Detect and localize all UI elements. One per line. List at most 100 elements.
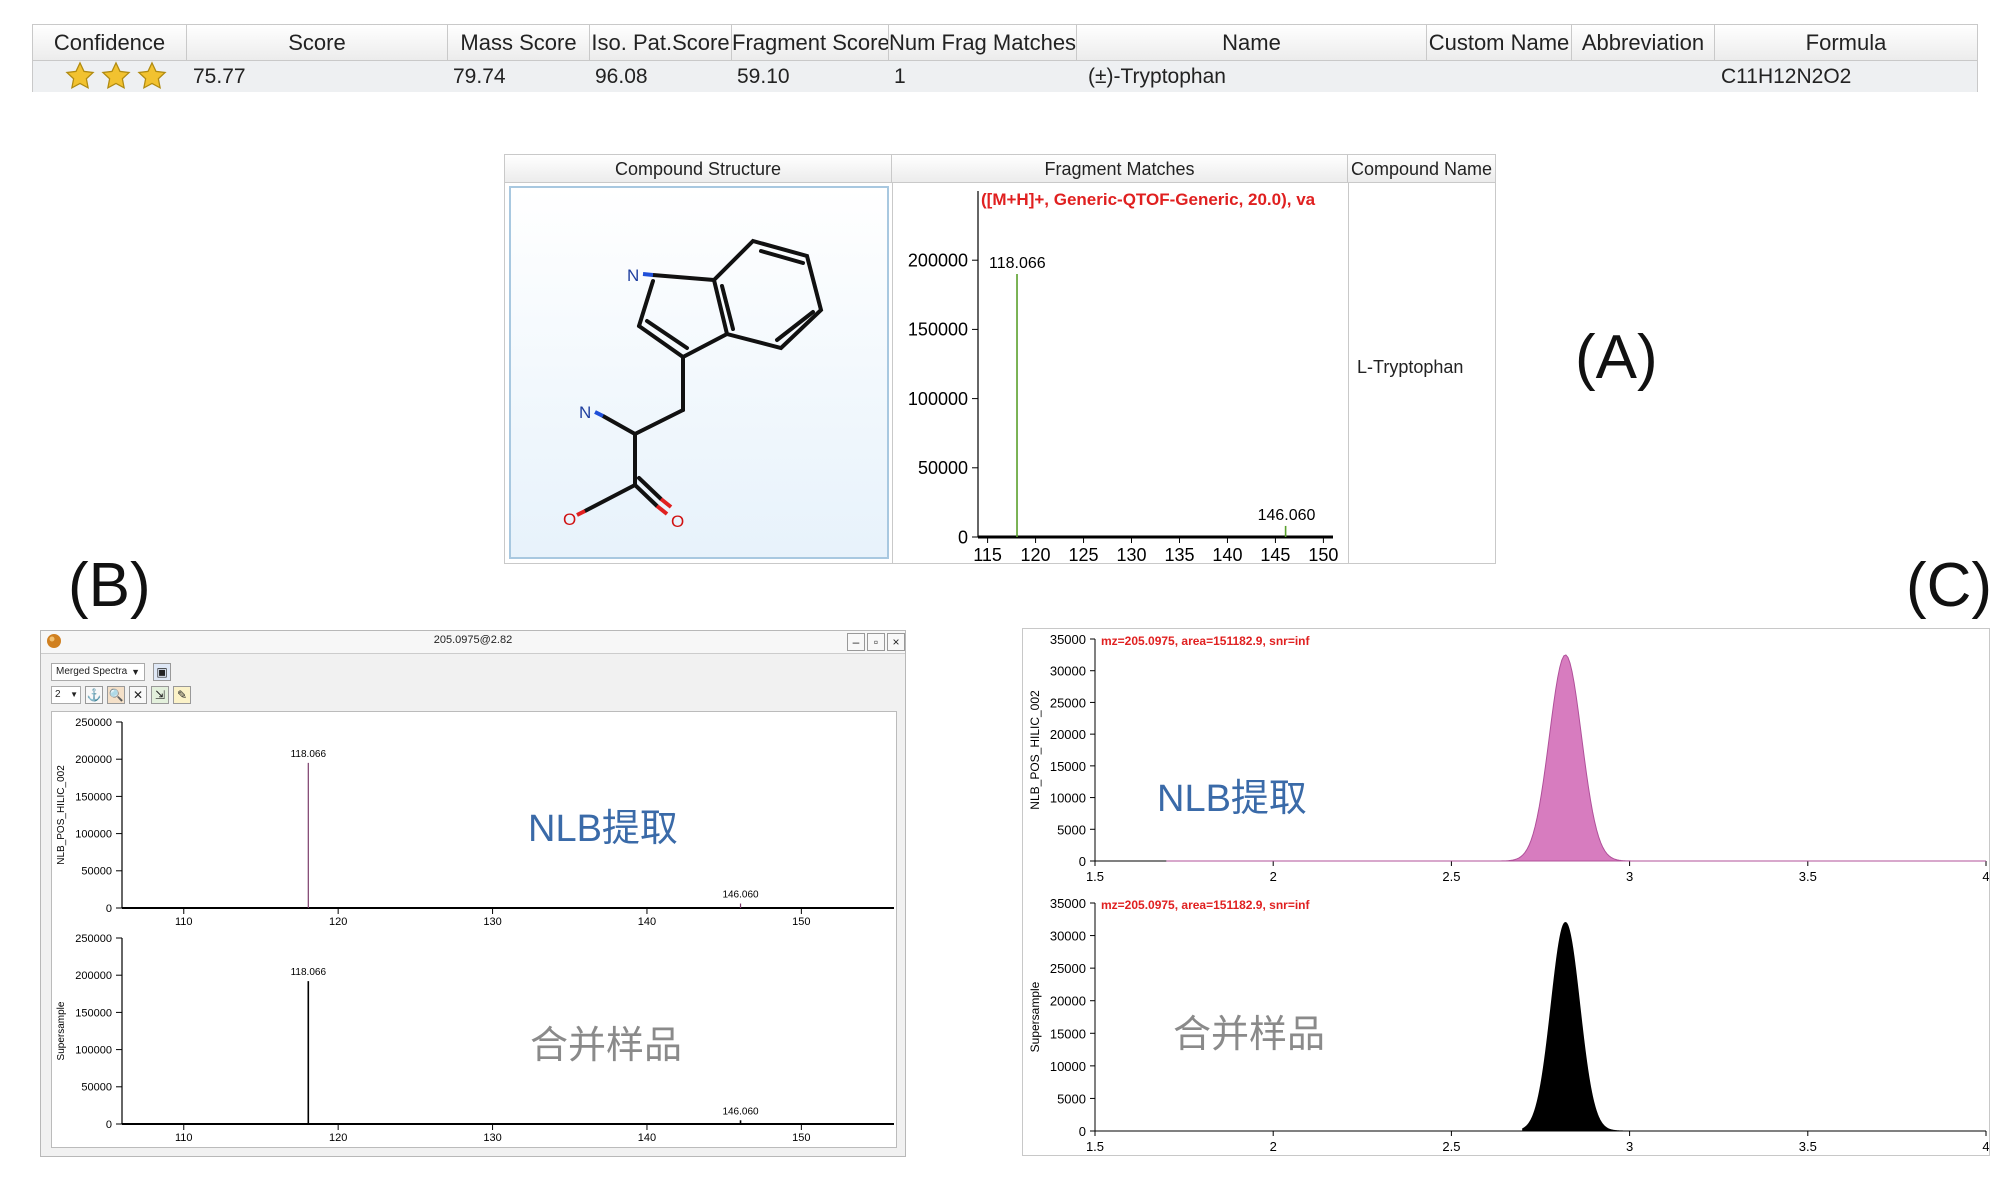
col-header-num-frag-matches[interactable]: Num Frag Matches xyxy=(889,25,1077,61)
confidence-stars xyxy=(65,61,167,92)
y-tick-label: 100000 xyxy=(75,1044,112,1056)
x-tick-label: 115 xyxy=(973,545,1002,563)
cell-num-frag-matches: 1 xyxy=(894,65,906,88)
chromatogram-title: mz=205.0975, area=151182.9, snr=inf xyxy=(1101,634,1310,648)
header-fragment-matches[interactable]: Fragment Matches xyxy=(892,155,1348,183)
header-compound-structure[interactable]: Compound Structure xyxy=(505,155,892,183)
y-tick-label: 0 xyxy=(958,527,968,547)
window-title: 205.0975@2.82 xyxy=(433,634,513,646)
y-tick-label: 150000 xyxy=(75,791,112,803)
y-tick-label: 0 xyxy=(106,903,112,915)
cell-score: 75.77 xyxy=(193,65,246,88)
x-tick-label: 1.5 xyxy=(1086,869,1104,884)
chromatogram-panel: 0 5000 10000 15000 20000 25000 30000 35000 1.5 2 2… xyxy=(1022,628,1990,1156)
watermark-merged-c: 合并样品 xyxy=(1173,1014,1326,1056)
table-row[interactable] xyxy=(33,61,1977,92)
peak-label: 146.060 xyxy=(722,1106,759,1117)
col-header-formula[interactable]: Formula xyxy=(1715,25,1977,61)
col-header-iso-score[interactable]: Iso. Pat.Score xyxy=(590,25,732,61)
spectrum-supersample-chart: 0 50000 100000 150000 200000 250000 110 120 130 1… xyxy=(56,933,894,1144)
y-tick-label: 35000 xyxy=(1050,896,1086,911)
star-icon xyxy=(101,61,131,90)
cell-fragment-score: 59.10 xyxy=(737,65,790,88)
compound-structure-image: N N O O xyxy=(509,186,889,559)
chevron-down-icon: ▼ xyxy=(70,690,78,699)
results-table: Confidence Score Mass Score Iso. Pat.Sco… xyxy=(32,24,1978,92)
chromatogram-nlb-chart: 0 5000 10000 15000 20000 25000 30000 35000 1.5 2 2… xyxy=(1028,632,1989,884)
col-header-score[interactable]: Score xyxy=(187,25,448,61)
cell-name: (±)-Tryptophan xyxy=(1088,65,1226,88)
watermark-nlb-c: NLB提取 xyxy=(1157,778,1307,820)
atom-label-ring-n: N xyxy=(627,266,639,285)
cell-iso-score: 96.08 xyxy=(595,65,648,88)
label-c: (C) xyxy=(1906,551,1993,620)
x-tick-label: 120 xyxy=(329,1132,347,1144)
y-tick-label: 250000 xyxy=(75,933,112,945)
atom-label-carbonyl-o: O xyxy=(671,512,684,531)
x-tick-label: 2 xyxy=(1270,869,1277,884)
x-tick-label: 145 xyxy=(1260,545,1290,563)
y-tick-label: 50000 xyxy=(918,458,968,478)
col-header-fragment-score[interactable]: Fragment Score xyxy=(732,25,889,61)
count-dropdown[interactable]: 2 ▼ xyxy=(51,686,81,704)
x-tick-label: 130 xyxy=(483,916,501,928)
tryptophan-structure-drawing: N N O O xyxy=(563,238,824,531)
atom-label-amine-n: N xyxy=(579,403,591,422)
y-tick-label: 5000 xyxy=(1057,1091,1086,1106)
star-icon xyxy=(65,61,95,90)
x-tick-label: 4 xyxy=(1982,869,1989,884)
maximize-button[interactable]: ▫ xyxy=(867,633,885,651)
export-button[interactable]: ⇲ xyxy=(151,686,169,704)
chromatogram-peak xyxy=(1522,922,1631,1132)
x-tick-label: 150 xyxy=(792,916,810,928)
close-button[interactable]: × xyxy=(887,633,905,651)
col-header-custom-name[interactable]: Custom Name xyxy=(1427,25,1572,61)
zoom-button[interactable]: 🔍 xyxy=(107,686,125,704)
label-a: (A) xyxy=(1575,323,1658,392)
y-tick-label: 30000 xyxy=(1050,664,1086,679)
count-value: 2 xyxy=(55,689,61,700)
remove-button[interactable]: ✕ xyxy=(129,686,147,704)
x-tick-label: 3.5 xyxy=(1799,869,1817,884)
y-axis-label: NLB_POS_HILIC_002 xyxy=(1028,690,1042,810)
window-titlebar[interactable]: 205.0975@2.82 – ▫ × xyxy=(41,631,905,654)
y-tick-label: 150000 xyxy=(908,320,968,340)
y-tick-label: 100000 xyxy=(908,389,968,409)
chromatogram-peak xyxy=(1166,654,1986,862)
x-tick-label: 120 xyxy=(1021,545,1051,563)
layout-button[interactable]: ▣ xyxy=(153,663,171,681)
x-tick-label: 2.5 xyxy=(1442,869,1460,884)
cell-mass-score: 79.74 xyxy=(453,65,506,88)
col-header-confidence[interactable]: Confidence xyxy=(33,25,187,61)
x-tick-label: 140 xyxy=(638,1132,656,1144)
chromatogram-supersample-chart: 0 5000 10000 15000 20000 25000 30000 35000 1.5 2 2… xyxy=(1028,896,1989,1154)
y-tick-label: 50000 xyxy=(81,866,112,878)
y-tick-label: 15000 xyxy=(1050,1026,1086,1041)
x-tick-label: 140 xyxy=(638,916,656,928)
x-tick-label: 125 xyxy=(1069,545,1099,563)
y-tick-label: 20000 xyxy=(1050,727,1086,742)
peak-label: 118.066 xyxy=(989,255,1046,272)
header-compound-name[interactable]: Compound Name xyxy=(1348,155,1495,183)
col-header-name[interactable]: Name xyxy=(1077,25,1427,61)
spectra-mode-dropdown[interactable]: Merged Spectra ▼ xyxy=(51,663,145,681)
y-axis-label: Supersample xyxy=(1028,981,1042,1052)
y-tick-label: 10000 xyxy=(1050,1059,1086,1074)
compound-name-value: L-Tryptophan xyxy=(1357,357,1464,377)
fragment-matches-chart: ([M+H]+, Generic-QTOF-Generic, 20.0), va… xyxy=(908,190,1339,563)
minimize-button[interactable]: – xyxy=(847,633,865,651)
peak-label: 146.060 xyxy=(1258,507,1316,524)
x-tick-label: 135 xyxy=(1164,545,1194,563)
y-tick-label: 250000 xyxy=(75,717,112,729)
col-header-mass-score[interactable]: Mass Score xyxy=(448,25,590,61)
star-icon xyxy=(137,61,167,90)
y-tick-label: 10000 xyxy=(1050,791,1086,806)
col-header-abbreviation[interactable]: Abbreviation xyxy=(1572,25,1715,61)
highlight-button[interactable]: ✎ xyxy=(173,686,191,704)
y-tick-label: 50000 xyxy=(81,1082,112,1094)
spectra-window: 205.0975@2.82 – ▫ × Merged Spectra ▼ ▣ 2… xyxy=(40,630,906,1157)
y-tick-label: 200000 xyxy=(908,251,968,271)
anchor-button[interactable]: ⚓ xyxy=(85,686,103,704)
y-tick-label: 25000 xyxy=(1050,695,1086,710)
label-b: (B) xyxy=(68,551,151,620)
